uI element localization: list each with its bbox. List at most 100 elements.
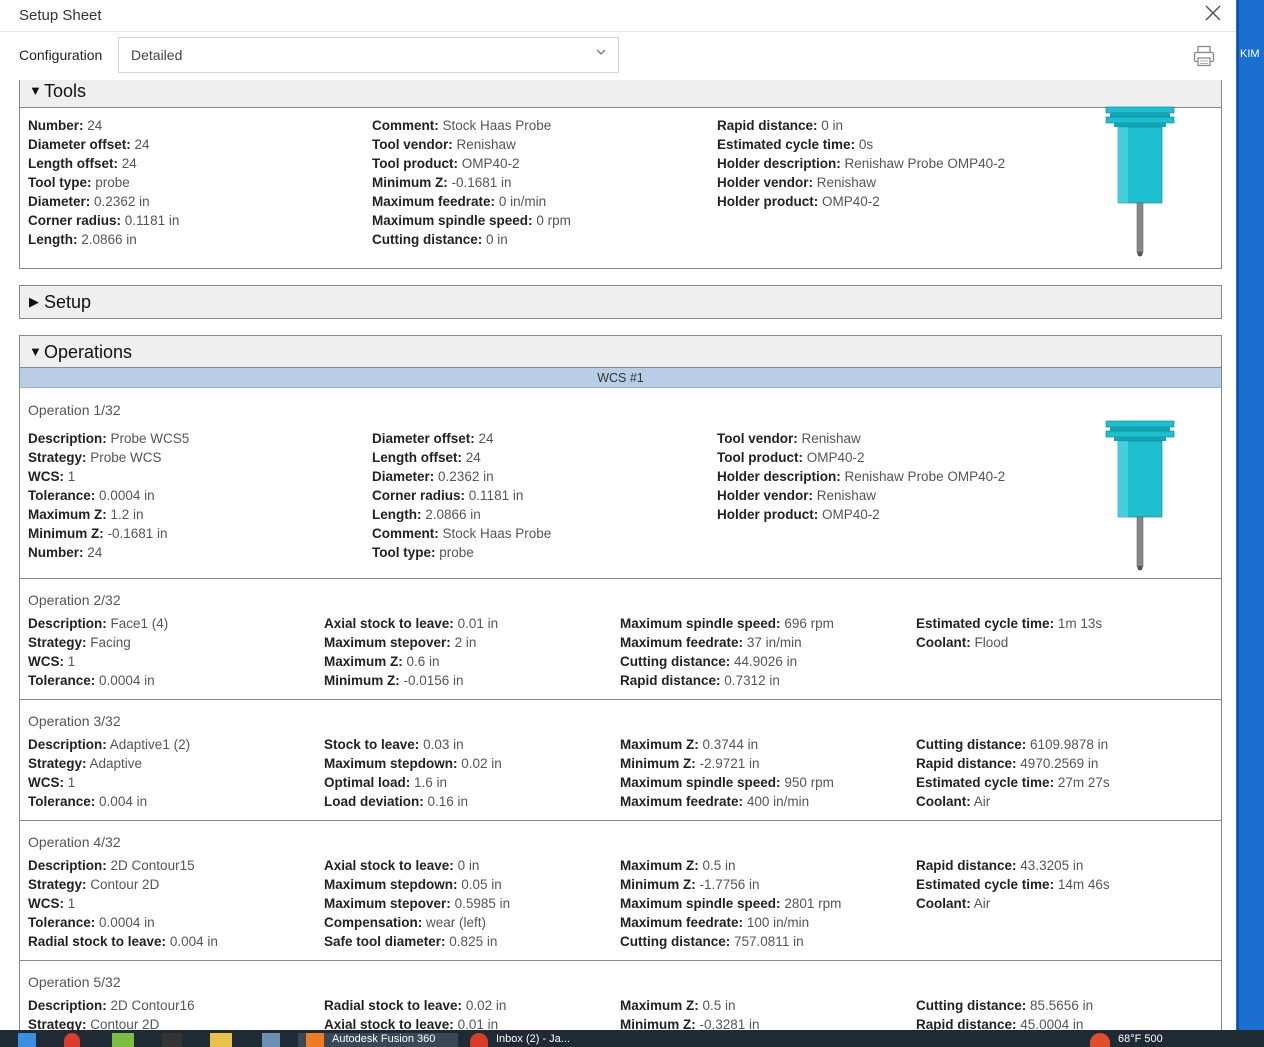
field-row: WCS: 1 [28,652,75,671]
wcs-bar: WCS #1 [20,368,1221,388]
field-row: Comment: Stock Haas Probe [372,116,551,135]
field-label: Axial stock to leave: [324,858,454,873]
field-row: Coolant: Air [916,792,990,811]
field-row: Length: 2.0866 in [28,230,137,249]
field-row: Maximum feedrate: 37 in/min [620,633,802,652]
field-label: Tolerance: [28,794,96,809]
field-label: Estimated cycle time: [916,877,1055,892]
field-value: 0.004 in [99,794,148,809]
field-row: Strategy: Contour 2D [28,1015,159,1030]
operation-4: Operation 4/32 Description: 2D Contour15… [20,820,1221,960]
field-row: Maximum feedrate: 400 in/min [620,792,809,811]
field-value: 2D Contour16 [110,998,195,1013]
calculator-app-icon[interactable] [162,1033,182,1047]
field-row: Maximum Z: 1.2 in [28,505,144,524]
calculator-icon[interactable] [262,1033,280,1047]
field-label: Minimum Z: [620,1017,696,1030]
field-value: Renishaw [816,488,877,503]
field-row: Maximum spindle speed: 2801 rpm [620,894,841,913]
operation-2-title: Operation 2/32 [28,592,121,608]
field-value: 0.02 in [465,998,507,1013]
operation-5-title: Operation 5/32 [28,974,121,990]
field-label: Maximum feedrate: [620,635,744,650]
field-value: 1 [67,469,76,484]
field-row: Radial stock to leave: 0.004 in [28,932,218,951]
field-row: Rapid distance: 4970.2569 in [916,754,1098,773]
field-row: Maximum Z: 0.3744 in [620,735,758,754]
operation-1-title: Operation 1/32 [28,402,121,418]
field-value: Renishaw Probe OMP40-2 [844,469,1006,484]
taskbar: Autodesk Fusion 360 Inbox (2) - Ja... 68… [0,1030,1264,1047]
field-value: 24 [87,545,103,560]
field-value: 2.0866 in [81,232,137,247]
folder-icon[interactable] [210,1033,232,1047]
field-label: Maximum spindle speed: [620,896,781,911]
setup-header[interactable]: ▶ Setup [20,286,1221,318]
field-row: WCS: 1 [28,467,75,486]
field-label: Maximum stepover: [324,635,451,650]
field-row: Tool vendor: Renishaw [372,135,516,154]
field-label: Minimum Z: [620,877,696,892]
field-label: Description: [28,431,107,446]
field-value: 37 in/min [746,635,802,650]
field-label: Tool product: [717,450,803,465]
field-label: Corner radius: [28,213,122,228]
field-label: Minimum Z: [28,526,104,541]
field-value: 0.05 in [461,877,502,892]
field-label: Strategy: [28,756,87,771]
sheet-content[interactable]: ▼ Tools Number: 24 Diameter offset: 24 Len [0,80,1236,1030]
field-label: Number: [28,118,84,133]
chrome-icon[interactable] [64,1033,80,1047]
field-row: Strategy: Facing [28,633,131,652]
window-title: Setup Sheet [19,7,102,24]
field-label: Estimated cycle time: [916,616,1055,631]
field-row: Minimum Z: -0.3281 in [620,1015,760,1030]
field-value: 0.5 in [702,998,736,1013]
field-label: Axial stock to leave: [324,616,454,631]
field-label: Coolant: [916,794,971,809]
field-row: Coolant: Air [916,894,990,913]
field-value: 45.0004 in [1020,1017,1084,1030]
field-label: Diameter: [372,469,435,484]
field-value: 757.0811 in [734,934,804,949]
tools-header[interactable]: ▼ Tools [20,80,1221,108]
operation-3: Operation 3/32 Description: Adaptive1 (2… [20,699,1221,820]
field-label: Estimated cycle time: [916,775,1055,790]
field-row: Strategy: Contour 2D [28,875,159,894]
field-label: Maximum spindle speed: [372,213,533,228]
field-value: probe [439,545,474,560]
field-value: 0.01 in [457,1017,499,1030]
field-row: Maximum feedrate: 100 in/min [620,913,809,932]
field-row: Tolerance: 0.0004 in [28,671,155,690]
config-selected-value: Detailed [131,47,183,63]
field-label: Strategy: [28,1017,87,1030]
spreadsheet-icon[interactable] [112,1033,134,1047]
field-row: Description: Probe WCS5 [28,429,189,448]
field-row: Maximum stepdown: 0.02 in [324,754,502,773]
field-label: Tolerance: [28,673,96,688]
chrome-icon[interactable] [470,1033,488,1047]
field-row: Number: 24 [28,543,102,562]
field-label: Holder description: [717,156,841,171]
inbox-taskbar-label[interactable]: Inbox (2) - Ja... [496,1033,570,1045]
field-label: Maximum feedrate: [620,915,744,930]
field-label: Coolant: [916,635,971,650]
field-row: Maximum spindle speed: 950 rpm [620,773,834,792]
tray-weather: 68°F 500 [1118,1033,1163,1045]
field-row: Corner radius: 0.1181 in [28,211,179,230]
field-value: 1.2 in [110,507,144,522]
operations-header[interactable]: ▼ Operations [20,336,1221,368]
config-select[interactable]: Detailed [118,37,619,73]
field-label: Rapid distance: [717,118,818,133]
field-value: 950 rpm [784,775,834,790]
title-bar: Setup Sheet [0,0,1236,32]
field-row: Maximum stepdown: 0.05 in [324,875,502,894]
field-row: Diameter: 0.2362 in [28,192,150,211]
field-row: Safe tool diameter: 0.825 in [324,932,497,951]
close-icon[interactable] [1200,2,1226,28]
start-icon[interactable] [18,1033,36,1047]
print-icon[interactable] [1192,44,1216,68]
field-value: 1 [67,775,76,790]
field-label: Optimal load: [324,775,411,790]
field-label: Tool vendor: [372,137,453,152]
